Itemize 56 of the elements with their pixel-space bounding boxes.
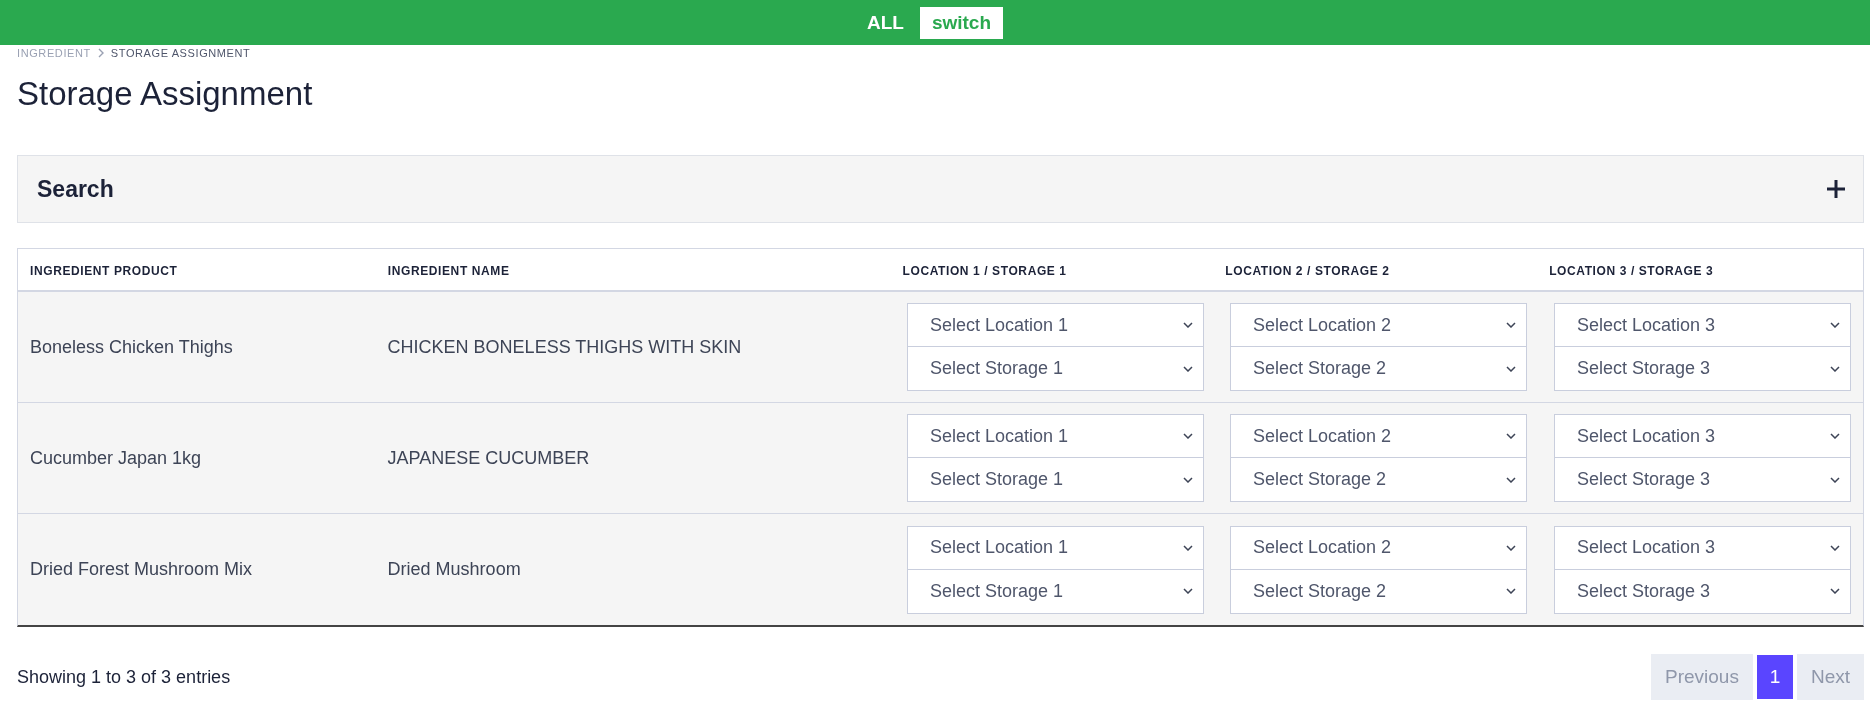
entries-info: Showing 1 to 3 of 3 entries xyxy=(17,666,231,688)
chevron-down-icon xyxy=(1506,433,1516,439)
page-title: Storage Assignment xyxy=(17,74,314,114)
table-cell: Dried Forest Mushroom Mix xyxy=(30,559,253,579)
storage-select[interactable]: Select Storage 2 xyxy=(1230,458,1527,502)
storage-select[interactable]: Select Storage 3 xyxy=(1554,569,1851,614)
storage-select[interactable]: Select Storage 1 xyxy=(907,569,1204,614)
location-select[interactable]: Select Location 3 xyxy=(1554,414,1851,458)
location-select[interactable]: Select Location 1 xyxy=(907,525,1204,570)
chevron-down-icon xyxy=(1183,433,1193,439)
storage-select[interactable]: Select Storage 3 xyxy=(1554,458,1851,502)
column-header: INGREDIENT NAME xyxy=(387,263,510,278)
table-cell: Cucumber Japan 1kg xyxy=(30,447,202,468)
chevron-down-icon xyxy=(1830,322,1840,328)
column-header: LOCATION 1 / STORAGE 1 xyxy=(902,263,1067,278)
chevron-down-icon xyxy=(1830,433,1840,439)
storage-select[interactable]: Select Storage 1 xyxy=(907,347,1204,391)
chevron-down-icon xyxy=(1830,544,1840,551)
chevron-down-icon xyxy=(1830,365,1840,372)
location-select[interactable]: Select Location 3 xyxy=(1554,525,1851,570)
column-header: INGREDIENT PRODUCT xyxy=(30,263,178,278)
chevron-down-icon xyxy=(1506,476,1516,483)
chevron-down-icon xyxy=(1183,544,1193,551)
table-cell: CHICKEN BONELESS THIGHS WITH SKIN xyxy=(387,336,742,357)
storage-select[interactable]: Select Storage 2 xyxy=(1230,569,1527,614)
table-cell: Dried Mushroom xyxy=(387,559,521,579)
chevron-down-icon xyxy=(1506,365,1516,372)
chevron-down-icon xyxy=(1183,365,1193,372)
chevron-down-icon xyxy=(1830,476,1840,483)
chevron-down-icon xyxy=(1506,588,1516,594)
chevron-down-icon xyxy=(1506,544,1516,551)
chevron-right-icon xyxy=(96,48,105,58)
top-bar-label: ALL xyxy=(866,11,904,34)
chevron-down-icon xyxy=(1183,588,1193,594)
location-select[interactable]: Select Location 2 xyxy=(1230,303,1527,347)
chevron-down-icon xyxy=(1183,322,1193,328)
location-select[interactable]: Select Location 2 xyxy=(1230,525,1527,570)
page-button[interactable]: 1 xyxy=(1756,655,1793,699)
chevron-down-icon xyxy=(1506,322,1516,328)
storage-select[interactable]: Select Storage 3 xyxy=(1554,347,1851,391)
location-select[interactable]: Select Location 1 xyxy=(907,414,1204,458)
plus-icon[interactable] xyxy=(1827,180,1845,198)
search-title: Search xyxy=(37,175,114,203)
table-cell: Boneless Chicken Thighs xyxy=(30,336,233,357)
storage-select[interactable]: Select Storage 1 xyxy=(907,458,1204,502)
table-cell: JAPANESE CUCUMBER xyxy=(387,447,590,468)
chevron-down-icon xyxy=(1830,588,1840,594)
column-header: LOCATION 2 / STORAGE 2 xyxy=(1225,263,1390,278)
location-select[interactable]: Select Location 2 xyxy=(1230,414,1527,458)
location-select[interactable]: Select Location 3 xyxy=(1554,303,1851,347)
storage-select[interactable]: Select Storage 2 xyxy=(1230,347,1527,391)
location-select[interactable]: Select Location 1 xyxy=(907,303,1204,347)
search-panel[interactable]: Search xyxy=(17,155,1864,223)
breadcrumb-current: STORAGE ASSIGNMENT xyxy=(110,47,251,59)
chevron-down-icon xyxy=(1183,476,1193,483)
column-header: LOCATION 3 / STORAGE 3 xyxy=(1549,263,1714,278)
